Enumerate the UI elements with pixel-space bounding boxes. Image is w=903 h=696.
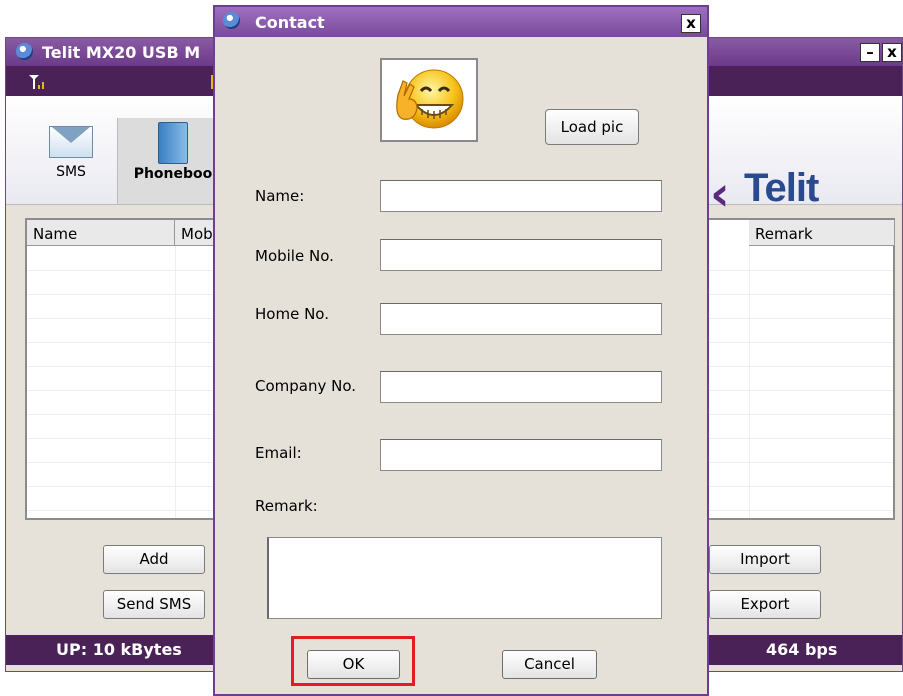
signal-strength-icon bbox=[29, 75, 44, 89]
dialog-title-bar[interactable]: Contact x bbox=[215, 7, 707, 37]
table-column-divider bbox=[175, 246, 176, 518]
smiley-face-icon bbox=[396, 69, 464, 129]
telit-logo-mark-icon: ‹ bbox=[710, 166, 730, 222]
mobile-field[interactable] bbox=[380, 239, 662, 271]
remark-label: Remark: bbox=[255, 497, 318, 515]
close-button[interactable]: x bbox=[882, 43, 902, 62]
column-header-remark[interactable]: Remark bbox=[749, 220, 895, 246]
company-field[interactable] bbox=[380, 371, 662, 403]
phonebook-tool-button[interactable]: Phoneboo bbox=[117, 118, 228, 204]
export-button[interactable]: Export bbox=[709, 590, 821, 619]
contact-dialog: Contact x Load pic Name: Mobile No. Home… bbox=[213, 5, 709, 696]
remark-field[interactable] bbox=[267, 537, 662, 619]
dialog-close-button[interactable]: x bbox=[681, 14, 701, 33]
sms-tool-button[interactable]: SMS bbox=[38, 118, 104, 204]
email-label: Email: bbox=[255, 444, 302, 462]
email-field[interactable] bbox=[380, 439, 662, 471]
home-label: Home No. bbox=[255, 305, 329, 323]
app-title: Telit MX20 USB M bbox=[42, 43, 201, 62]
phonebook-label: Phoneboo bbox=[133, 166, 213, 182]
table-column-divider bbox=[749, 246, 750, 518]
envelope-icon bbox=[49, 126, 93, 158]
ok-button[interactable]: OK bbox=[307, 650, 400, 679]
load-picture-button[interactable]: Load pic bbox=[545, 109, 639, 145]
mobile-label: Mobile No. bbox=[255, 247, 334, 265]
column-header-name[interactable]: Name bbox=[27, 220, 175, 246]
name-label: Name: bbox=[255, 187, 305, 205]
telit-logo: Telit bbox=[744, 166, 819, 210]
add-button[interactable]: Add bbox=[103, 545, 205, 574]
cancel-button[interactable]: Cancel bbox=[502, 650, 597, 679]
upload-status: UP: 10 kBytes bbox=[56, 640, 182, 659]
minimize-button[interactable]: – bbox=[860, 43, 880, 62]
sms-label: SMS bbox=[56, 164, 86, 180]
company-label: Company No. bbox=[255, 377, 357, 395]
home-field[interactable] bbox=[380, 303, 662, 335]
contact-picture bbox=[380, 58, 478, 142]
transfer-rate: 464 bps bbox=[766, 640, 838, 659]
send-sms-button[interactable]: Send SMS bbox=[103, 590, 205, 619]
dialog-title: Contact bbox=[255, 13, 325, 32]
globe-icon bbox=[223, 12, 240, 29]
name-field[interactable] bbox=[380, 180, 662, 212]
import-button[interactable]: Import bbox=[709, 545, 821, 574]
phonebook-icon bbox=[158, 122, 188, 164]
globe-icon bbox=[16, 43, 33, 60]
